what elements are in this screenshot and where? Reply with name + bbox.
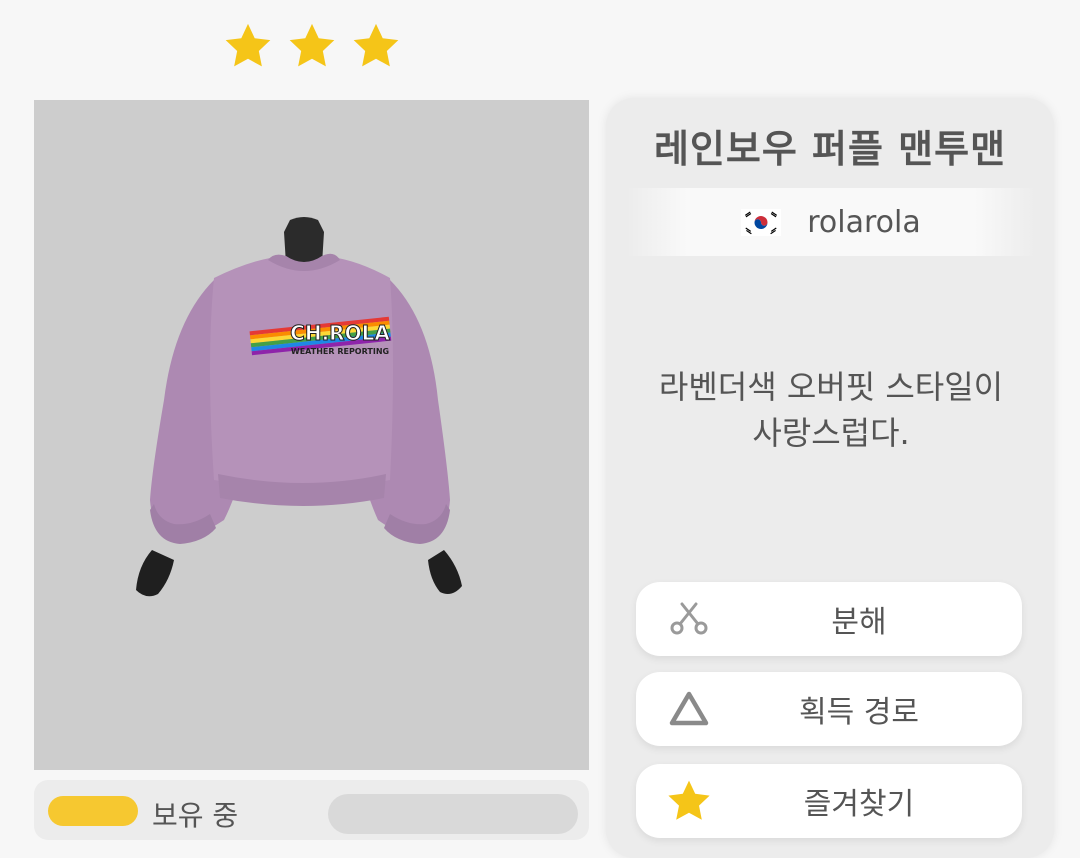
korea-flag-icon xyxy=(741,208,782,236)
inventory-bar: 보유 중 xyxy=(34,780,589,840)
owned-label: 보유 중 xyxy=(152,799,239,832)
item-preview[interactable]: CH.ROLA WEATHER REPORTING xyxy=(34,100,589,770)
description-line: 라벤더색 오버핏 스타일이 xyxy=(658,368,1004,406)
owned-count-badge xyxy=(48,796,138,826)
creator-info[interactable]: rolarola xyxy=(626,188,1036,256)
acquisition-route-button[interactable]: 획득 경로 xyxy=(636,672,1022,746)
star-icon xyxy=(289,23,335,67)
acquisition-route-label: 획득 경로 xyxy=(799,695,919,730)
disassemble-button[interactable]: 분해 xyxy=(636,582,1022,656)
item-info-panel: 레인보우 퍼플 맨투맨 rolarola 라벤더색 오버핏 스타일이 사랑스럽다… xyxy=(606,98,1054,858)
print-text: CH.ROLA xyxy=(290,321,390,345)
star-icon xyxy=(225,23,271,67)
rating-stars xyxy=(222,20,402,72)
print-subtext: WEATHER REPORTING xyxy=(291,347,389,356)
favorite-label: 즐겨찾기 xyxy=(803,787,915,822)
sweatshirt-image: CH.ROLA WEATHER REPORTING xyxy=(136,217,462,597)
favorite-button[interactable]: 즐겨찾기 xyxy=(636,764,1022,838)
item-title: 레인보우 퍼플 맨투맨 xyxy=(653,127,1007,171)
quantity-field[interactable] xyxy=(328,794,578,834)
star-icon xyxy=(353,23,399,67)
disassemble-label: 분해 xyxy=(831,605,887,640)
creator-name: rolarola xyxy=(807,204,921,240)
description-line: 사랑스럽다. xyxy=(752,414,910,452)
item-description: 라벤더색 오버핏 스타일이 사랑스럽다. xyxy=(626,364,1036,456)
